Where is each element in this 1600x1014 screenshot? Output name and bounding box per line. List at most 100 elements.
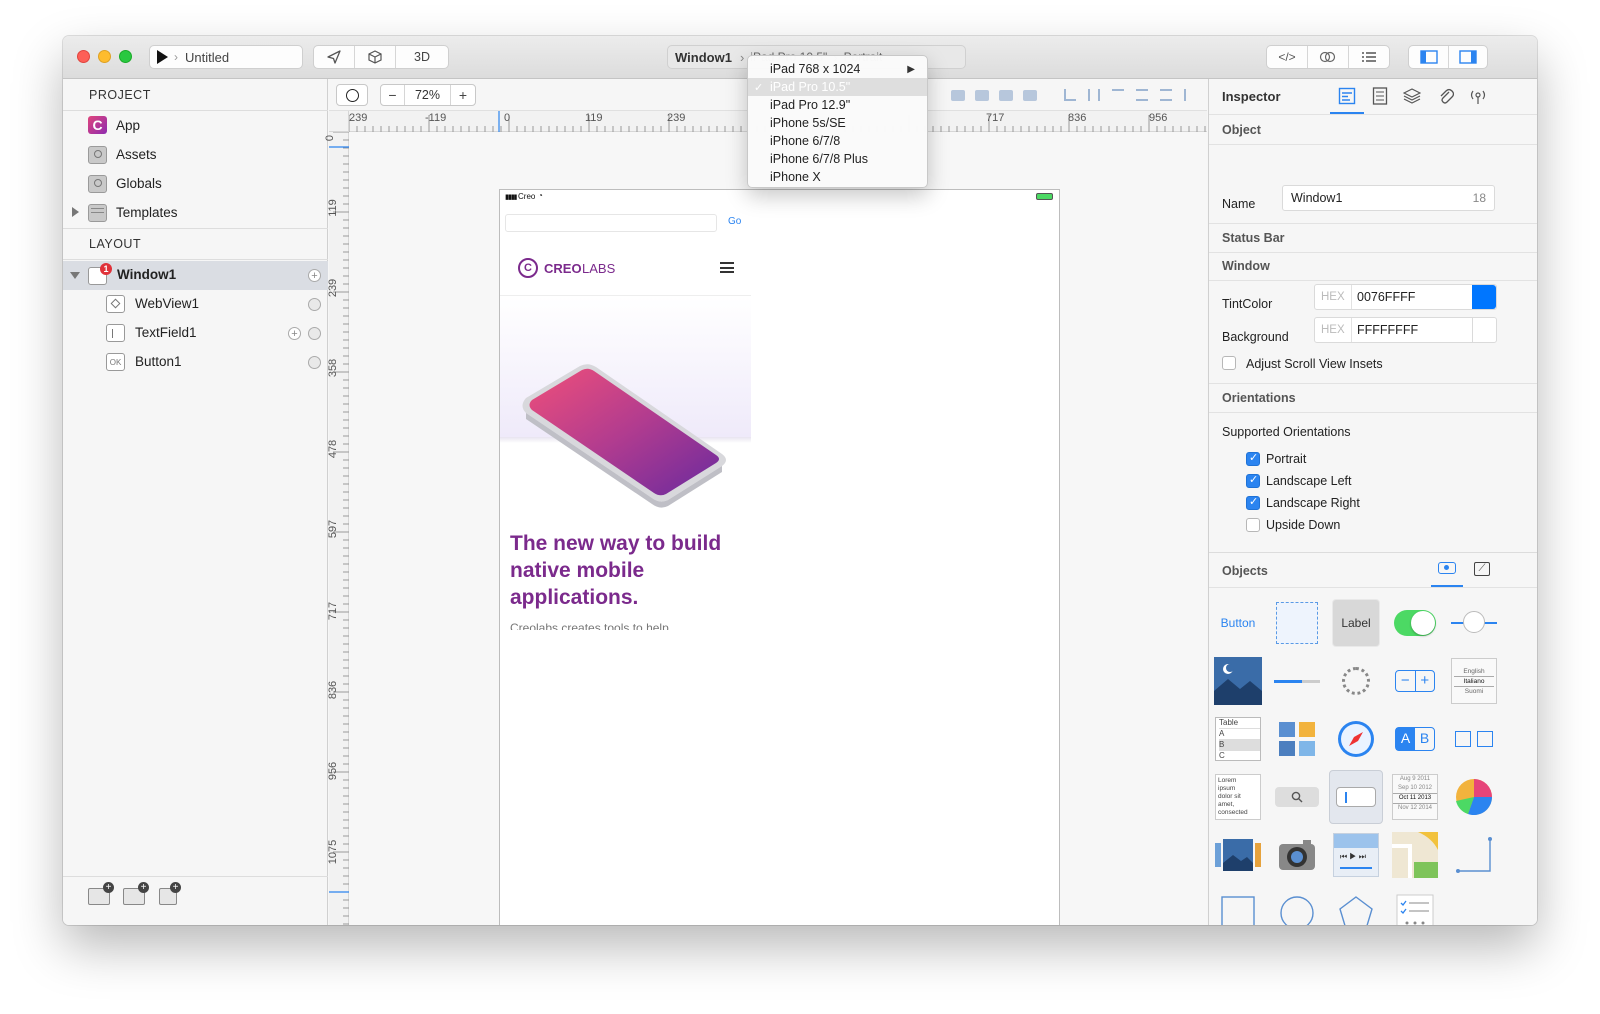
- disclosure-triangle-icon[interactable]: [70, 272, 80, 279]
- object-button[interactable]: Button: [1214, 599, 1262, 647]
- name-field[interactable]: Window1 18: [1282, 185, 1495, 211]
- visibility-icon[interactable]: [308, 327, 321, 340]
- align-left-icon[interactable]: [1064, 89, 1076, 101]
- add-asset-icon[interactable]: +: [159, 882, 181, 905]
- background-color-field[interactable]: HEX FFFFFFFF: [1314, 317, 1497, 343]
- menu-item-ipad-768[interactable]: iPad 768 x 1024 ▶: [748, 60, 927, 78]
- object-collection-view[interactable]: [1273, 715, 1321, 763]
- disclosure-triangle-icon[interactable]: [72, 207, 79, 217]
- menu-item-iphone-x[interactable]: iPhone X: [748, 168, 927, 186]
- zoom-out-button[interactable]: −: [381, 85, 405, 105]
- send-back-icon[interactable]: [1023, 90, 1037, 101]
- project-item-app[interactable]: C App: [63, 111, 328, 140]
- object-slider[interactable]: [1450, 599, 1498, 647]
- minimize-window-button[interactable]: [98, 50, 111, 63]
- tab-tools[interactable]: ⟋: [1471, 559, 1493, 581]
- object-stepper[interactable]: − +: [1391, 657, 1439, 705]
- menu-item-ipad-pro-12-9[interactable]: iPad Pro 12.9": [748, 96, 927, 114]
- zoom-level[interactable]: 72%: [405, 85, 451, 105]
- menu-item-iphone-5s[interactable]: iPhone 5s/SE: [748, 114, 927, 132]
- object-text-field[interactable]: [1329, 770, 1383, 824]
- object-chart-view[interactable]: [1450, 773, 1498, 821]
- send-button[interactable]: [314, 46, 355, 68]
- object-progress-view[interactable]: [1273, 657, 1321, 705]
- select-tool-button[interactable]: [336, 84, 368, 106]
- close-window-button[interactable]: [77, 50, 90, 63]
- layout-item-window1[interactable]: 1 Window1 +: [63, 261, 328, 290]
- align-center-h-icon[interactable]: [1088, 89, 1100, 101]
- align-bottom-icon[interactable]: [1160, 89, 1172, 101]
- zoom-in-button[interactable]: +: [451, 85, 475, 105]
- object-web-view[interactable]: [1332, 715, 1380, 763]
- zoom-window-button[interactable]: [119, 50, 132, 63]
- object-polygon[interactable]: [1332, 889, 1380, 925]
- breadcrumb-window[interactable]: Window1: [675, 50, 732, 65]
- layout-item-webview1[interactable]: WebView1: [63, 290, 328, 319]
- webview-address-field[interactable]: [505, 214, 717, 232]
- code-view-button[interactable]: </>: [1267, 46, 1308, 68]
- background-color-swatch[interactable]: [1472, 318, 1496, 342]
- object-view[interactable]: [1273, 599, 1321, 647]
- tab-objects[interactable]: [1431, 556, 1463, 587]
- upside-down-checkbox[interactable]: [1246, 518, 1260, 532]
- align-right-icon[interactable]: [1184, 89, 1196, 101]
- tab-connections[interactable]: [1467, 85, 1489, 107]
- object-checklist[interactable]: [1391, 889, 1439, 925]
- menu-item-iphone-678[interactable]: iPhone 6/7/8: [748, 132, 927, 150]
- landscape-left-checkbox[interactable]: ✓: [1246, 474, 1260, 488]
- object-picker[interactable]: English Italiano Suomi: [1450, 657, 1498, 705]
- object-text-view[interactable]: Lorem ipsum dolor sit amet, consected: [1214, 773, 1262, 821]
- tint-color-field[interactable]: HEX 0076FFFF: [1314, 284, 1497, 310]
- adjust-scroll-checkbox[interactable]: [1222, 356, 1236, 370]
- object-date-picker[interactable]: Aug 9 2011 Sep 10 2012 Oct 11 2013 Nov 12 2…: [1391, 773, 1439, 821]
- project-item-globals[interactable]: Globals: [63, 169, 328, 198]
- run-scheme-control[interactable]: › Untitled: [149, 45, 303, 69]
- object-search-bar[interactable]: [1273, 773, 1321, 821]
- object-map-view[interactable]: [1391, 831, 1439, 879]
- object-page-view[interactable]: [1214, 831, 1262, 879]
- align-top-icon[interactable]: [1112, 89, 1124, 101]
- visibility-icon[interactable]: [308, 356, 321, 369]
- toggle-left-panel-button[interactable]: [1409, 46, 1449, 68]
- add-child-icon[interactable]: +: [308, 269, 321, 282]
- view-3d-button[interactable]: 3D: [396, 46, 448, 68]
- go-button[interactable]: Go: [728, 216, 741, 227]
- list-view-button[interactable]: [1349, 46, 1389, 68]
- tab-layers[interactable]: [1401, 85, 1423, 107]
- object-activity-indicator[interactable]: [1332, 657, 1380, 705]
- object-segmented-control[interactable]: AB: [1391, 715, 1439, 763]
- send-backward-icon[interactable]: [999, 90, 1013, 101]
- object-label[interactable]: Label: [1332, 599, 1380, 647]
- toggle-view-button[interactable]: [1308, 46, 1349, 68]
- add-child-icon[interactable]: +: [288, 327, 301, 340]
- align-middle-icon[interactable]: [1136, 89, 1148, 101]
- visibility-icon[interactable]: [308, 298, 321, 311]
- tab-attributes[interactable]: [1330, 83, 1364, 114]
- object-oval[interactable]: [1273, 889, 1321, 925]
- layout-item-button1[interactable]: OK Button1: [63, 348, 328, 377]
- tab-attachments[interactable]: [1435, 85, 1457, 107]
- add-controller-icon[interactable]: +: [123, 882, 149, 905]
- bring-forward-icon[interactable]: [951, 90, 965, 101]
- menu-item-iphone-678-plus[interactable]: iPhone 6/7/8 Plus: [748, 150, 927, 168]
- toggle-right-panel-button[interactable]: [1449, 46, 1487, 68]
- menu-item-ipad-pro-10-5[interactable]: ✓ iPad Pro 10.5": [748, 78, 927, 96]
- add-window-icon[interactable]: +: [88, 882, 114, 905]
- object-toolbar[interactable]: [1450, 715, 1498, 763]
- play-icon[interactable]: [157, 50, 168, 64]
- simulator-button[interactable]: [355, 46, 396, 68]
- project-item-templates[interactable]: Templates: [63, 198, 328, 227]
- landscape-right-checkbox[interactable]: ✓: [1246, 496, 1260, 510]
- object-line[interactable]: [1450, 831, 1498, 879]
- object-video-view[interactable]: ⏮ ▶ ⏭: [1332, 831, 1380, 879]
- object-table-view[interactable]: Table A B C: [1214, 715, 1262, 763]
- hamburger-menu-icon[interactable]: [720, 262, 734, 273]
- object-switch[interactable]: [1391, 599, 1439, 647]
- device-preview[interactable]: ▮▮▮▮ Creo ◔ Go C CREO LABS The new way t…: [499, 189, 1060, 925]
- object-rectangle[interactable]: [1214, 889, 1262, 925]
- bring-front-icon[interactable]: [975, 90, 989, 101]
- portrait-checkbox[interactable]: ✓: [1246, 452, 1260, 466]
- object-image-view[interactable]: [1214, 657, 1262, 705]
- layout-item-textfield1[interactable]: TextField1 +: [63, 319, 328, 348]
- project-item-assets[interactable]: Assets: [63, 140, 328, 169]
